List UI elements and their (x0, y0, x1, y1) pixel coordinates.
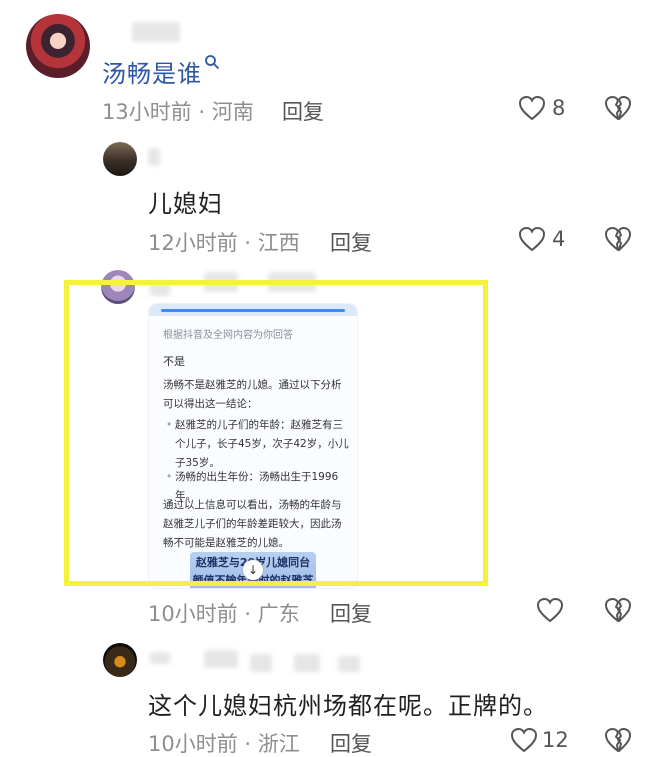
heart-outline-icon[interactable] (536, 597, 564, 623)
comment-time-location: 13小时前 · 河南 (102, 100, 254, 124)
broken-heart-icon[interactable] (604, 226, 632, 252)
broken-heart-icon[interactable] (604, 727, 632, 753)
username-redacted (204, 650, 238, 668)
highlight-box (64, 280, 488, 586)
username-redacted (294, 654, 320, 672)
like-count: 4 (552, 227, 566, 251)
comment-text: 儿媳妇 (148, 190, 223, 218)
like-count: 8 (552, 96, 566, 120)
avatar[interactable] (26, 14, 90, 78)
avatar[interactable] (103, 643, 137, 677)
reply-button[interactable]: 回复 (330, 728, 372, 757)
username-redacted (132, 22, 180, 42)
reply-button[interactable]: 回复 (330, 598, 372, 628)
heart-outline-icon[interactable] (518, 226, 546, 252)
username-redacted (150, 652, 170, 664)
reply-button[interactable]: 回复 (330, 227, 372, 257)
comment-time-location: 10小时前 · 广东 (148, 602, 300, 626)
heart-outline-icon[interactable] (518, 95, 546, 121)
reply-button[interactable]: 回复 (282, 96, 324, 126)
search-icon[interactable] (204, 54, 220, 70)
broken-heart-icon[interactable] (604, 597, 632, 623)
username-redacted (148, 148, 160, 166)
broken-heart-icon[interactable] (604, 95, 632, 121)
username-redacted (338, 656, 360, 672)
like-count: 12 (542, 728, 569, 752)
username-redacted (250, 654, 272, 672)
comment-time-location: 10小时前 · 浙江 (148, 732, 300, 756)
heart-outline-icon[interactable] (510, 727, 538, 753)
comment-time-location: 12小时前 · 江西 (148, 231, 300, 255)
avatar[interactable] (103, 142, 137, 176)
comment-text: 汤畅是谁 (102, 54, 220, 89)
comment-text: 这个儿媳妇杭州场都在呢。正牌的。 (148, 692, 548, 720)
comment-link-text[interactable]: 汤畅是谁 (102, 60, 202, 88)
